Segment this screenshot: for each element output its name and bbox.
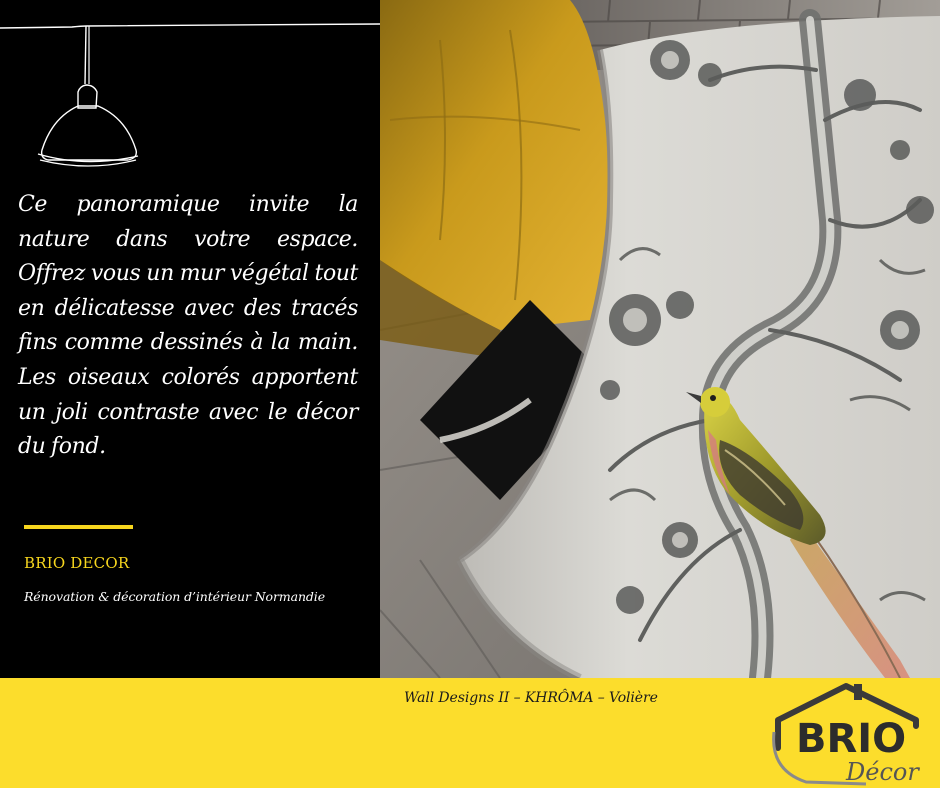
logo-word-brio: BRIO xyxy=(796,716,906,762)
brand-tagline: Rénovation & décoration d’intérieur Norm… xyxy=(24,589,325,604)
product-photo xyxy=(380,0,940,678)
accent-divider xyxy=(24,525,133,529)
product-caption: Wall Designs II – KHRÔMA – Volière xyxy=(404,690,658,706)
logo-word-decor: Décor xyxy=(845,758,920,786)
pendant-lamp-icon xyxy=(0,23,380,167)
brand-name: BRIO DECOR xyxy=(24,554,130,572)
promo-card: Ce panoramique invite la nature dans vot… xyxy=(0,0,940,788)
wallpaper-photo-illustration xyxy=(380,0,940,678)
brio-decor-logo: BRIO Décor xyxy=(772,683,920,786)
footer-band: Wall Designs II – KHRÔMA – Volière BRIO … xyxy=(0,678,940,788)
product-description: Ce panoramique invite la nature dans vot… xyxy=(18,192,358,460)
text-panel: Ce panoramique invite la nature dans vot… xyxy=(0,0,380,678)
